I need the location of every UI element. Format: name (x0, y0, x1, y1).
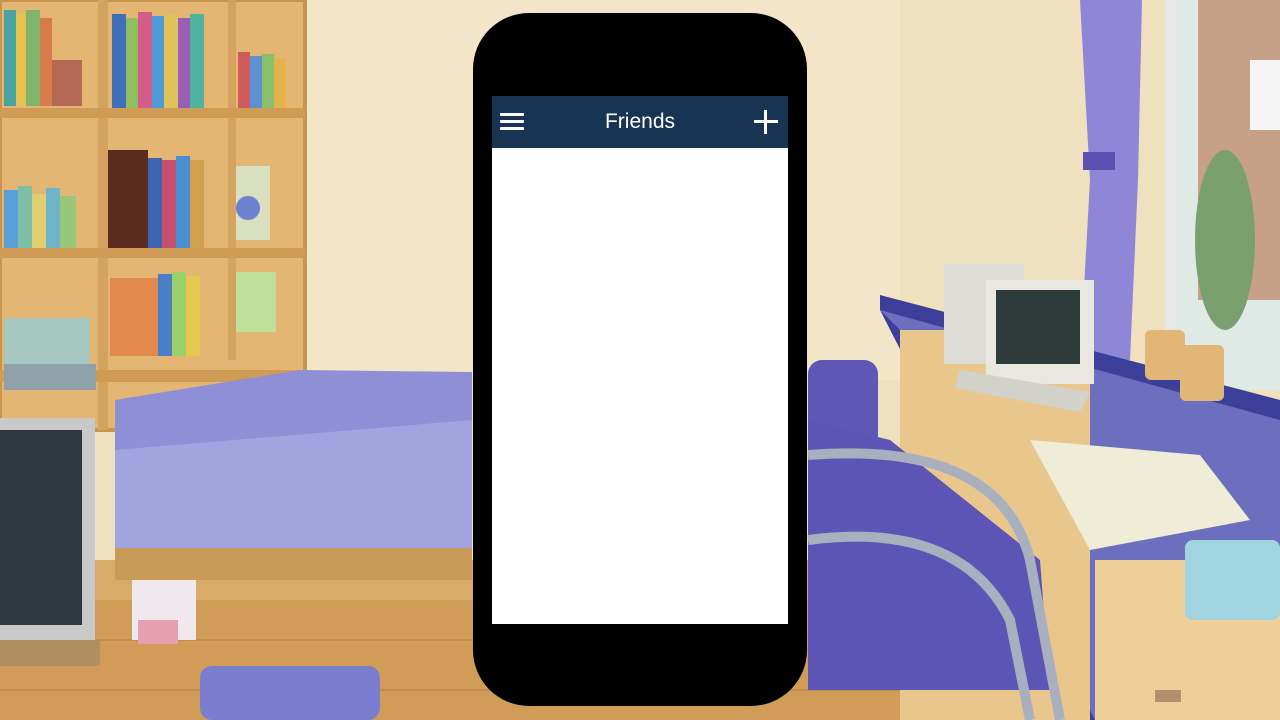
plus-icon (764, 110, 767, 134)
friends-app-bar: Friends (492, 96, 788, 148)
phone-frame: Friends (473, 13, 807, 706)
page-title: Friends (604, 110, 676, 133)
phone-screen: Friends (492, 96, 788, 624)
menu-line (500, 113, 524, 116)
menu-line (500, 127, 524, 130)
menu-line (500, 120, 524, 123)
friends-list (492, 148, 788, 624)
add-friend-button[interactable] (752, 108, 780, 136)
hamburger-menu-icon[interactable] (498, 107, 528, 137)
